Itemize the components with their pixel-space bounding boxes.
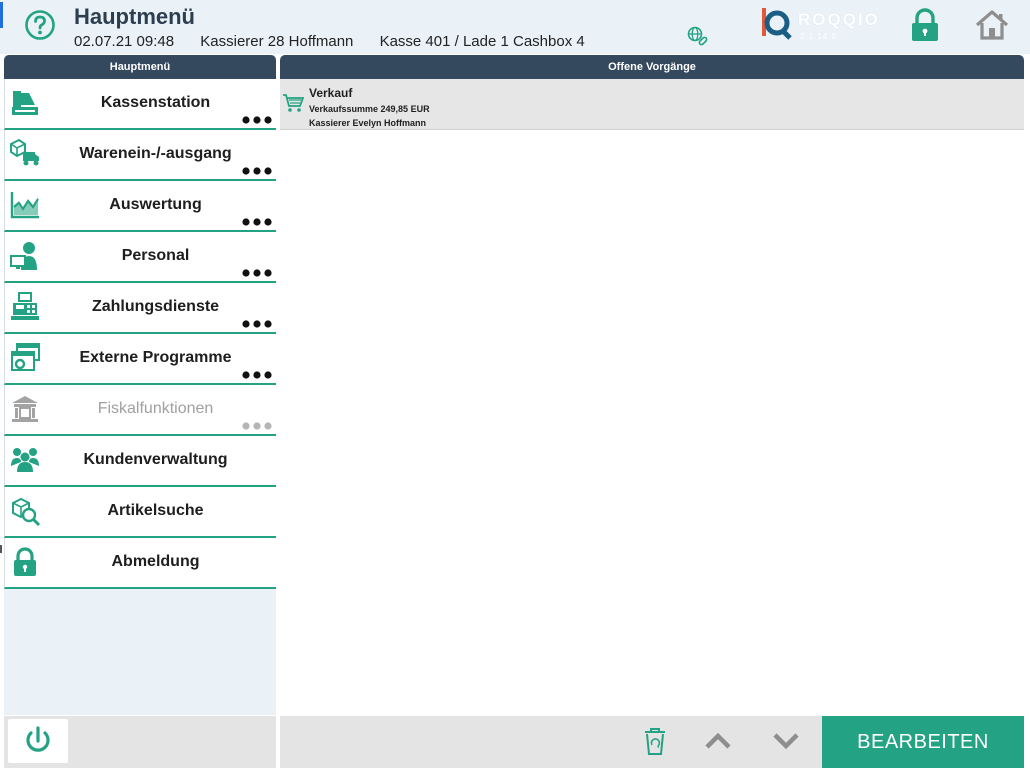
more-icon[interactable] bbox=[242, 116, 272, 124]
menu-item-personal[interactable]: Personal bbox=[4, 232, 276, 283]
menu-item-kassenstation[interactable]: Kassenstation bbox=[4, 79, 276, 130]
transaction-sum: Verkaufssumme 249,85 EUR bbox=[309, 104, 430, 114]
transaction-list: Verkauf Verkaufssumme 249,85 EUR Kassier… bbox=[280, 79, 1024, 130]
menu-item-abmeldung[interactable]: Abmeldung bbox=[4, 538, 276, 589]
logo-version: 2.1.14.0 bbox=[800, 32, 837, 41]
footer-right-bar: BEARBEITEN bbox=[280, 716, 1024, 768]
menu-item-label: Abmeldung bbox=[111, 553, 200, 570]
menu-item-label: Personal bbox=[121, 247, 190, 264]
menu-item-label: Externe Programme bbox=[79, 349, 232, 366]
more-icon[interactable] bbox=[242, 320, 272, 328]
more-icon[interactable] bbox=[242, 167, 272, 175]
menu-item-label: Kassenstation bbox=[100, 94, 211, 111]
network-icon[interactable] bbox=[686, 25, 710, 49]
help-icon[interactable] bbox=[24, 9, 56, 41]
logo-text: ROQQIO bbox=[798, 10, 880, 29]
menu-item-warenein-ausgang[interactable]: Warenein-/-ausgang bbox=[4, 130, 276, 181]
menu-item-kundenverwaltung[interactable]: Kundenverwaltung bbox=[4, 436, 276, 487]
header-bar: Hauptmenü 02.07.21 09:48 Kassierer 28 Ho… bbox=[0, 0, 1030, 54]
menu-item-artikelsuche[interactable]: Artikelsuche bbox=[4, 487, 276, 538]
register-info: Kasse 401 / Lade 1 Cashbox 4 bbox=[379, 33, 585, 50]
more-icon[interactable] bbox=[242, 218, 272, 226]
cashier-info: Kassierer 28 Hoffmann bbox=[200, 33, 354, 50]
main-menu-header: Hauptmenü bbox=[4, 55, 276, 79]
window-edge-mark bbox=[0, 545, 2, 553]
menu-item-externe-programme[interactable]: Externe Programme bbox=[4, 334, 276, 385]
chevron-down-icon[interactable] bbox=[772, 730, 800, 752]
edit-button[interactable]: BEARBEITEN bbox=[822, 716, 1024, 768]
menu-item-label: Zahlungsdienste bbox=[91, 298, 220, 315]
date-time: 02.07.21 09:48 bbox=[74, 33, 175, 50]
open-transactions-header: Offene Vorgänge bbox=[280, 55, 1024, 79]
open-transactions-panel: Offene Vorgänge Verkauf Verkaufssumme 24… bbox=[280, 55, 1024, 715]
power-icon bbox=[26, 726, 50, 752]
menu-item-zahlungsdienste[interactable]: Zahlungsdienste bbox=[4, 283, 276, 334]
power-button[interactable] bbox=[8, 719, 68, 763]
trash-recycle-icon[interactable] bbox=[642, 726, 668, 756]
menu-item-auswertung[interactable]: Auswertung bbox=[4, 181, 276, 232]
more-icon[interactable] bbox=[242, 371, 272, 379]
footer-left-bar bbox=[4, 716, 276, 768]
menu-item-label: Warenein-/-ausgang bbox=[79, 145, 232, 162]
menu-item-label: Fiskalfunktionen bbox=[97, 400, 214, 417]
more-icon[interactable] bbox=[242, 269, 272, 277]
lock-icon[interactable] bbox=[910, 8, 940, 42]
menu-item-label: Artikelsuche bbox=[107, 502, 204, 519]
main-menu-list: Kassenstation Warenein-/-ausgang Auswert… bbox=[4, 79, 276, 589]
session-info: 02.07.21 09:48 Kassierer 28 Hoffmann Kas… bbox=[74, 33, 607, 50]
window-accent bbox=[0, 2, 3, 28]
transaction-cashier: Kassierer Evelyn Hoffmann bbox=[309, 118, 427, 128]
transaction-title: Verkauf bbox=[309, 86, 353, 100]
menu-item-label: Auswertung bbox=[109, 196, 202, 213]
menu-item-label: Kundenverwaltung bbox=[83, 451, 228, 468]
more-icon bbox=[242, 422, 272, 430]
home-icon[interactable] bbox=[975, 10, 1009, 40]
main-menu-panel: Hauptmenü Kassenstation Warenein-/-ausga… bbox=[4, 55, 276, 715]
chevron-up-icon[interactable] bbox=[704, 730, 732, 752]
shopping-cart-icon bbox=[283, 94, 304, 112]
menu-item-fiskalfunktionen: Fiskalfunktionen bbox=[4, 385, 276, 436]
page-title: Hauptmenü bbox=[74, 4, 195, 29]
transaction-row[interactable]: Verkauf Verkaufssumme 249,85 EUR Kassier… bbox=[280, 79, 1024, 130]
